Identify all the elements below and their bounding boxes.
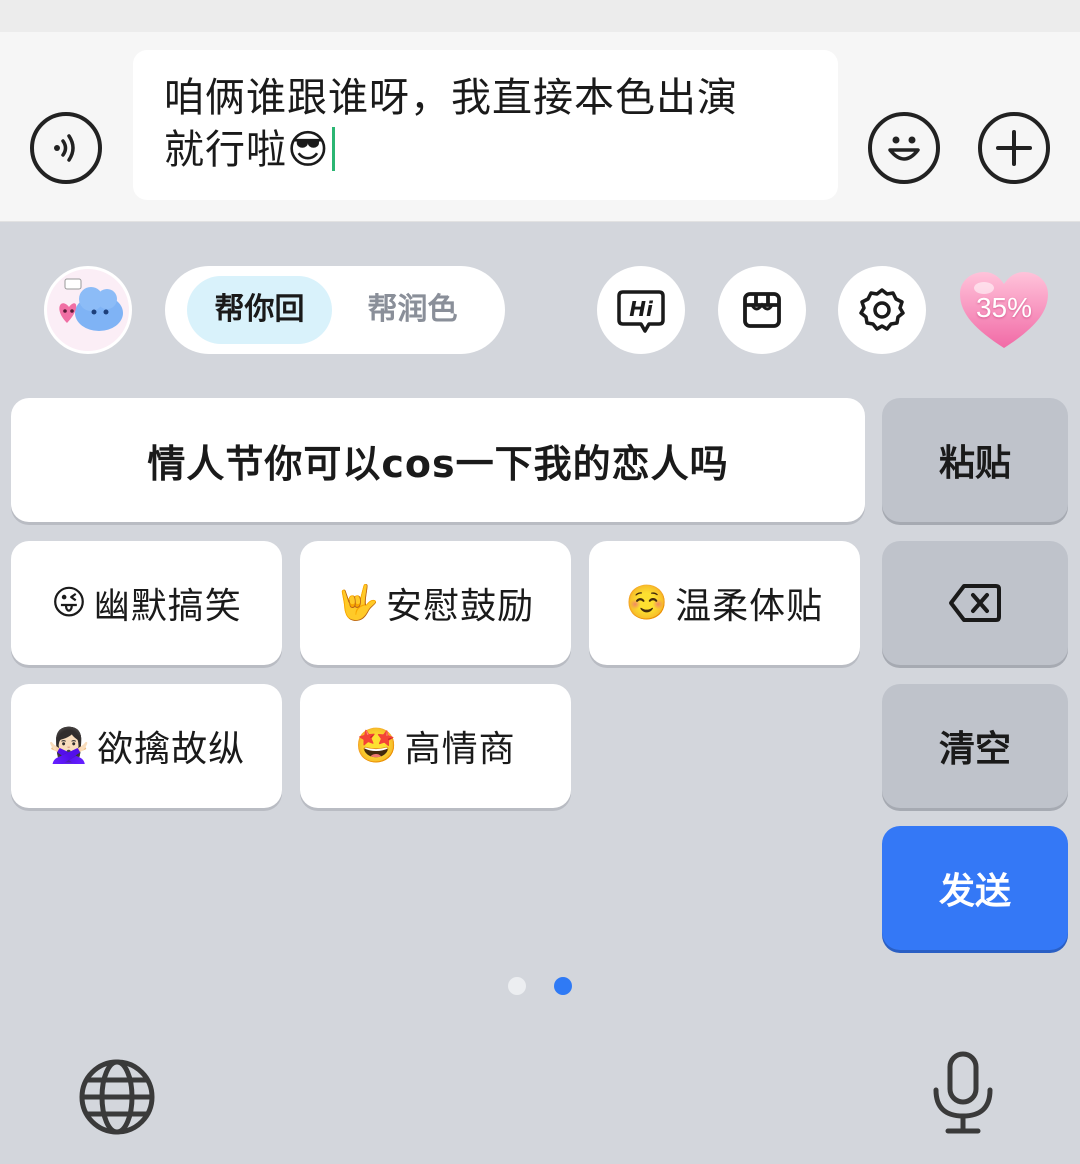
voice-wave-icon bbox=[54, 134, 75, 162]
no-gesture-emoji: 🙅🏻‍♀️ bbox=[47, 726, 92, 766]
style-hard-to-get[interactable]: 🙅🏻‍♀️ 欲擒故纵 bbox=[11, 684, 282, 808]
reply-mode-switch: 帮你回 帮润色 bbox=[165, 266, 505, 354]
assistant-avatar[interactable] bbox=[44, 266, 132, 354]
chat-input-bar: 咱俩谁跟谁呀，我直接本色出演 就行啦😎 bbox=[0, 0, 1080, 222]
smiling-blush-emoji: ☺️ bbox=[625, 583, 670, 623]
emoji-picker-button[interactable] bbox=[868, 112, 940, 184]
message-line-2: 就行啦😎 bbox=[164, 124, 808, 176]
message-line-1: 咱俩谁跟谁呀，我直接本色出演 bbox=[164, 75, 738, 121]
sunglasses-emoji: 😎 bbox=[287, 127, 330, 173]
settings-button[interactable] bbox=[838, 266, 926, 354]
tab-help-reply[interactable]: 帮你回 bbox=[187, 276, 332, 344]
globe-icon bbox=[79, 1059, 155, 1135]
style-label: 高情商 bbox=[404, 729, 516, 770]
page-dot-2[interactable] bbox=[554, 977, 572, 995]
style-label: 温柔体贴 bbox=[675, 586, 824, 627]
style-high-eq[interactable]: 🤩 高情商 bbox=[300, 684, 571, 808]
suggested-reply[interactable]: 情人节你可以cos一下我的恋人吗 bbox=[11, 398, 865, 522]
page-dot-1[interactable] bbox=[508, 977, 526, 995]
text-caret bbox=[331, 127, 335, 171]
backspace-key[interactable] bbox=[882, 541, 1068, 665]
hi-icon: Hi bbox=[617, 290, 665, 333]
style-comfort[interactable]: 🤟 安慰鼓励 bbox=[300, 541, 571, 665]
tab-help-polish[interactable]: 帮润色 bbox=[340, 276, 485, 344]
store-button[interactable] bbox=[718, 266, 806, 354]
language-switch-button[interactable] bbox=[78, 1058, 156, 1136]
style-gentle[interactable]: ☺️ 温柔体贴 bbox=[589, 541, 860, 665]
style-label: 幽默搞笑 bbox=[93, 586, 242, 627]
love-you-gesture-emoji: 🤟 bbox=[336, 583, 381, 623]
winking-tongue-emoji: 😜 bbox=[51, 583, 88, 623]
style-label: 欲擒故纵 bbox=[97, 729, 246, 770]
message-input-field[interactable]: 咱俩谁跟谁呀，我直接本色出演 就行啦😎 bbox=[133, 50, 838, 200]
style-humor[interactable]: 😜 幽默搞笑 bbox=[11, 541, 282, 665]
clear-key[interactable]: 清空 bbox=[882, 684, 1068, 808]
paste-key[interactable]: 粘贴 bbox=[882, 398, 1068, 522]
affinity-percent: 35% bbox=[975, 292, 1033, 323]
affinity-heart[interactable]: 35% bbox=[958, 270, 1050, 352]
store-icon bbox=[743, 292, 781, 328]
backspace-icon bbox=[949, 584, 1001, 622]
top-divider bbox=[0, 0, 1080, 32]
smiley-face-icon bbox=[888, 136, 920, 161]
voice-dictation-button[interactable] bbox=[930, 1050, 996, 1136]
microphone-icon bbox=[933, 1051, 993, 1134]
style-label: 安慰鼓励 bbox=[386, 586, 535, 627]
svg-text:Hi: Hi bbox=[629, 297, 654, 321]
heart-cloud-mascot-icon bbox=[59, 278, 123, 331]
voice-input-button[interactable] bbox=[30, 112, 102, 184]
add-more-button[interactable] bbox=[978, 112, 1050, 184]
send-key[interactable]: 发送 bbox=[882, 826, 1068, 950]
hi-button[interactable]: Hi bbox=[597, 266, 685, 354]
settings-gear-icon bbox=[859, 288, 905, 331]
star-struck-emoji: 🤩 bbox=[355, 726, 399, 766]
message-line-2-text: 就行啦 bbox=[164, 127, 287, 173]
plus-icon bbox=[996, 130, 1032, 166]
